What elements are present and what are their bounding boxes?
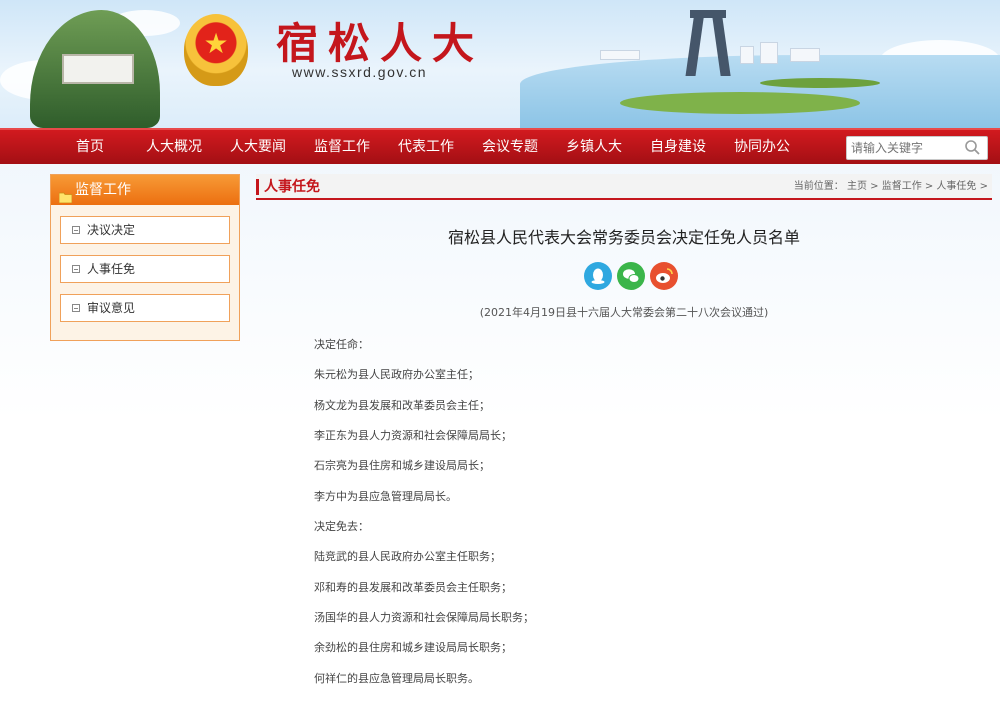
article-line: 石宗亮为县住房和城乡建设局局长； [314,459,490,472]
sidebar: 监督工作 决议决定 人事任免 审议意见 [50,174,240,341]
qq-icon [591,268,605,284]
search-icon[interactable] [963,138,983,158]
header-banner: ★ 宿松人大 www.ssxrd.gov.cn [0,0,1000,128]
article-subtitle: (2021年4月19日县十六届人大常委会第二十八次会议通过) [479,306,769,319]
share-wechat[interactable] [617,262,645,290]
search-input[interactable] [851,139,959,157]
emblem-star-icon: ★ [203,27,229,60]
article-line: 陆竞武的县人民政府办公室主任职务； [314,550,501,563]
sculpture-decoration [690,10,726,18]
folder-icon [58,184,73,204]
bullet-icon [72,304,80,312]
article-line: 决定任命： [314,338,369,351]
sidebar-header: 监督工作 [51,175,239,205]
article-line: 邓和寿的县发展和改革委员会主任职务； [314,581,512,594]
nav-item-home[interactable]: 首页 [55,130,125,164]
site-title: 宿松人大 [276,19,485,68]
sidebar-title: 监督工作 [75,182,131,198]
section-header: 人事任免 当前位置： 主页 > 监督工作 > 人事任免 > [256,174,992,200]
nav-item-towns[interactable]: 乡镇人大 [559,130,629,164]
nav-item-overview[interactable]: 人大概况 [139,130,209,164]
sidebar-item-label: 人事任免 [87,262,136,276]
bullet-icon [72,226,80,234]
sidebar-item-appointments[interactable]: 人事任免 [60,255,230,283]
article-line: 余劲松的县住房和城乡建设局局长职务； [314,641,512,654]
article-line: 李方中为县应急管理局局长。 [314,490,457,503]
section-marker [256,179,259,195]
article-line: 决定免去： [314,520,369,533]
grass-decoration [620,92,860,114]
share-weibo[interactable] [650,262,678,290]
sidebar-item-review-opinions[interactable]: 审议意见 [60,294,230,322]
building-decoration [740,46,754,64]
site-url: www.ssxrd.gov.cn [292,64,427,80]
building-decoration [600,50,640,60]
search-box [846,136,988,160]
nav-item-office[interactable]: 协同办公 [727,130,797,164]
bullet-icon [72,265,80,273]
article-title: 宿松县人民代表大会常务委员会决定任免人员名单 [447,228,800,247]
nav-item-meetings[interactable]: 会议专题 [475,130,545,164]
weibo-icon [656,268,673,283]
nav-item-supervision[interactable]: 监督工作 [307,130,377,164]
article-line: 杨文龙为县发展和改革委员会主任； [314,399,490,412]
sidebar-item-resolutions[interactable]: 决议决定 [60,216,230,244]
section-title: 人事任免 [264,179,320,195]
breadcrumb[interactable]: 当前位置： 主页 > 监督工作 > 人事任免 > [794,174,988,200]
nav-item-news[interactable]: 人大要闻 [223,130,293,164]
article-line: 汤国华的县人力资源和社会保障局局长职务； [314,611,534,624]
nav-item-deputies[interactable]: 代表工作 [391,130,461,164]
wechat-icon [623,269,640,283]
building-decoration [790,48,820,62]
article-line: 何祥仁的县应急管理局局长职务。 [314,672,479,685]
article-line: 朱元松为县人民政府办公室主任； [314,368,479,381]
grass-decoration [760,78,880,88]
nav-item-self-building[interactable]: 自身建设 [643,130,713,164]
mountain-temple [62,54,134,84]
share-qq[interactable] [584,262,612,290]
sidebar-item-label: 决议决定 [87,223,136,237]
building-decoration [760,42,778,64]
sidebar-item-label: 审议意见 [87,301,136,315]
article-line: 李正东为县人力资源和社会保障局局长； [314,429,512,442]
main-nav: 首页 人大概况 人大要闻 监督工作 代表工作 会议专题 乡镇人大 自身建设 协同… [0,128,1000,164]
